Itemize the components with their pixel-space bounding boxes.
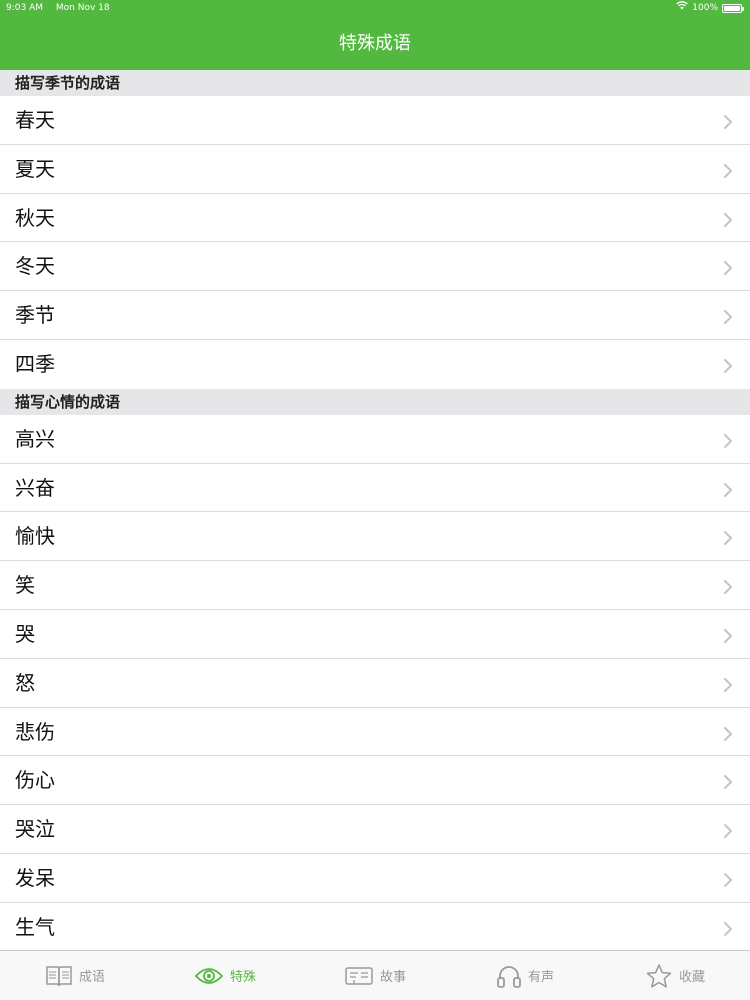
chevron-right-icon [722,309,734,325]
list-item[interactable]: 冬天 [0,242,750,292]
list-item[interactable]: 高兴 [0,414,750,464]
tab-eye[interactable]: 特殊 [150,951,300,1000]
list-item-label: 哭泣 [15,817,55,842]
chevron-right-icon [722,530,734,546]
idiom-category-list: 描写季节的成语春天夏天秋天冬天季节四季描写心情的成语高兴兴奋愉快笑哭怒悲伤伤心哭… [0,70,750,952]
list-item-label: 四季 [15,351,55,376]
tab-headphones[interactable]: 有声 [450,951,600,1000]
chevron-right-icon [722,482,734,497]
chevron-right-icon [722,163,734,178]
chevron-right-icon [722,358,734,373]
section-header: 描写心情的成语 [0,388,750,415]
battery-level [724,5,740,11]
tab-label: 有声 [527,970,554,985]
star-icon [645,963,673,989]
chevron-right-icon [722,433,734,448]
chevron-right-icon [722,921,734,936]
list-item[interactable]: 生气 [0,902,750,952]
wifi-icon [676,1,688,15]
status-date: Mon Nov 18 [55,3,110,13]
chevron-right-icon [722,212,734,227]
list-item-label: 高兴 [15,426,55,451]
list-item[interactable]: 伤心 [0,756,750,806]
page-title: 特殊成语 [339,33,411,54]
list-item[interactable]: 季节 [0,291,750,340]
story-icon [344,965,374,987]
list-item-label: 悲伤 [15,719,55,744]
list-item-label: 哭 [15,621,35,646]
list-item[interactable]: 悲伤 [0,707,750,757]
chevron-right-icon [722,114,734,129]
status-bar: 9:03 AM Mon Nov 18 100% [0,0,750,16]
list-item[interactable]: 兴奋 [0,463,750,513]
list-item[interactable]: 春天 [0,96,750,145]
section-header: 描写季节的成语 [0,70,750,96]
tab-bar: 成语 特殊 故事 有声 收藏 [0,950,750,1000]
list-item[interactable]: 四季 [0,339,750,389]
list-item-label: 生气 [15,914,55,939]
headphones-icon [496,963,522,989]
list-item[interactable]: 秋天 [0,193,750,243]
list-item[interactable]: 怒 [0,658,750,708]
tab-label: 成语 [78,970,105,985]
list-item[interactable]: 发呆 [0,853,750,903]
tab-label: 故事 [379,970,406,985]
list-item[interactable]: 愉快 [0,512,750,562]
tab-story[interactable]: 故事 [300,951,450,1000]
nav-header: 9:03 AM Mon Nov 18 100% 特殊成语 [0,0,750,70]
list-item-label: 夏天 [15,156,55,181]
list-item[interactable]: 夏天 [0,144,750,194]
battery-icon [722,3,744,13]
list-item[interactable]: 哭泣 [0,805,750,854]
chevron-right-icon [722,579,734,595]
list-item-label: 春天 [15,108,55,132]
chevron-right-icon [722,260,734,276]
tab-label: 收藏 [678,970,705,985]
list-item-label: 愉快 [15,524,55,549]
list-item[interactable]: 笑 [0,561,750,610]
tab-label: 特殊 [229,970,256,985]
chevron-right-icon [722,823,734,839]
chevron-right-icon [722,726,734,741]
list-item-label: 笑 [15,573,35,598]
chevron-right-icon [722,872,734,887]
list-item-label: 伤心 [15,768,55,793]
list-item-label: 秋天 [15,205,55,230]
list-item-label: 发呆 [15,865,55,890]
eye-icon [194,965,224,987]
tab-book[interactable]: 成语 [0,951,150,1000]
list-item-label: 季节 [15,303,55,328]
status-time: 9:03 AM [6,3,43,13]
list-item-label: 冬天 [15,254,55,279]
tab-star[interactable]: 收藏 [600,951,750,1000]
chevron-right-icon [722,628,734,643]
book-icon [45,964,73,988]
chevron-right-icon [722,774,734,790]
list-item-label: 怒 [15,670,35,695]
list-item-label: 兴奋 [15,475,55,500]
battery-percent: 100% [692,3,718,13]
list-item[interactable]: 哭 [0,609,750,659]
chevron-right-icon [722,677,734,692]
